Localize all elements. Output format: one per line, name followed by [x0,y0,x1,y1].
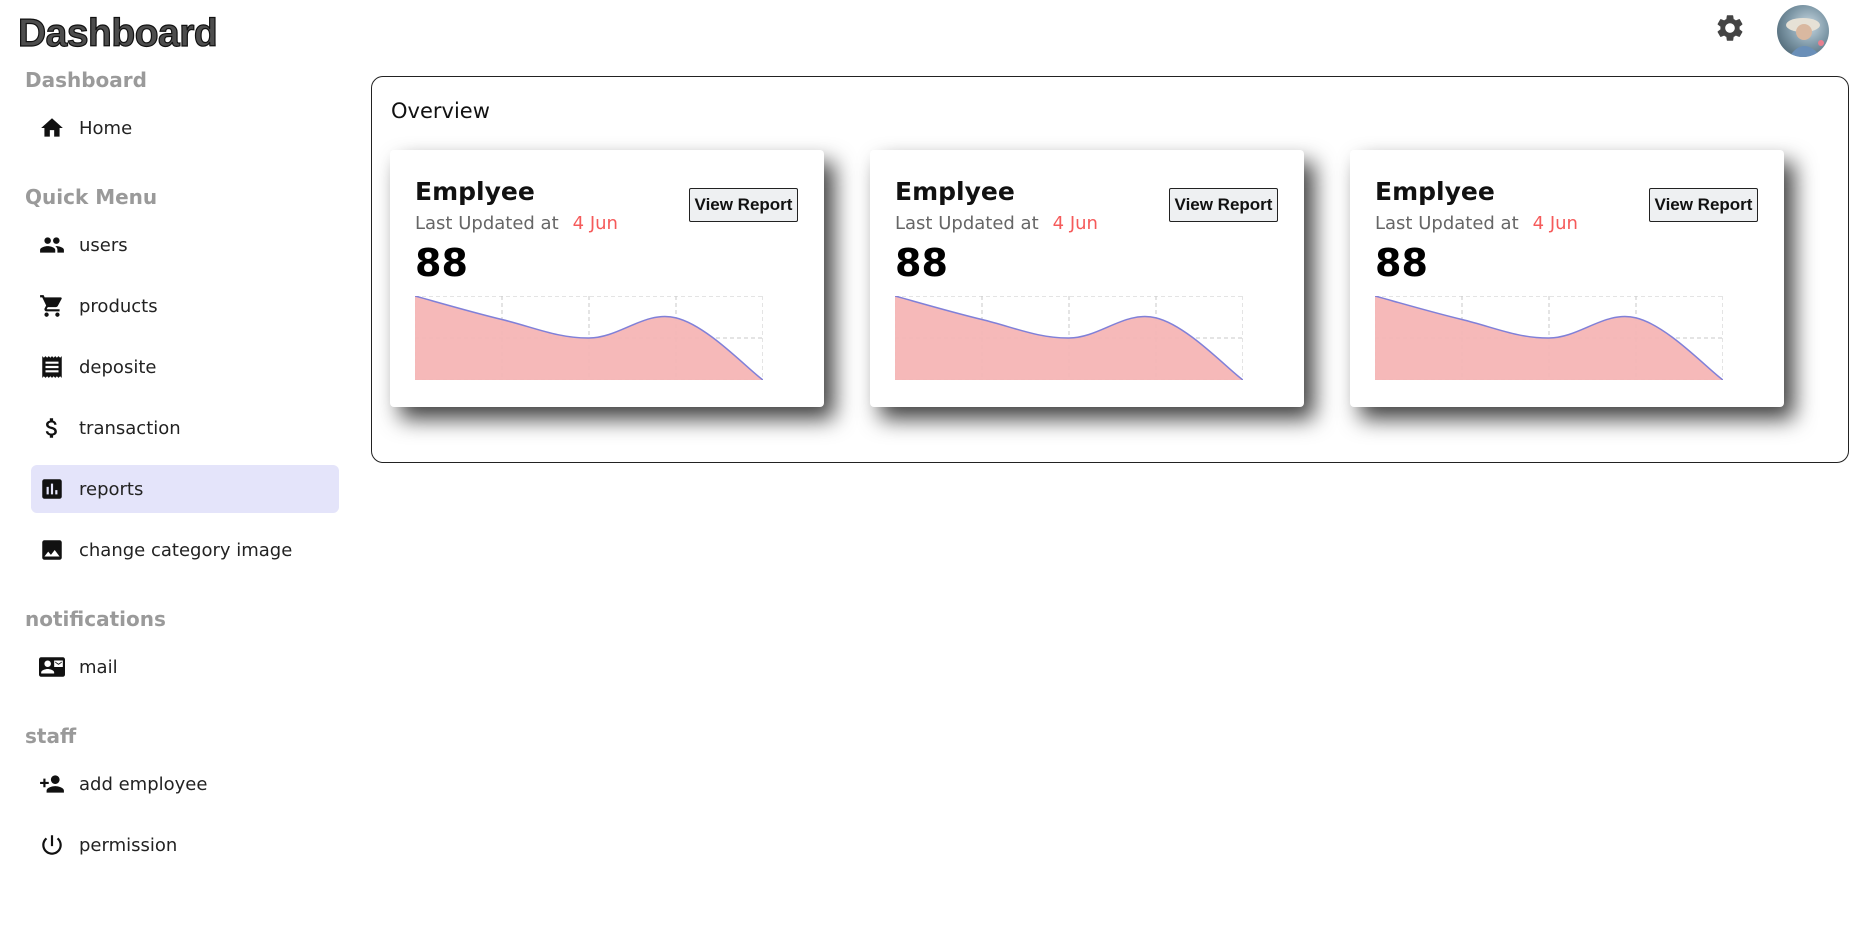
card-value: 88 [1375,241,1428,285]
sidebar-item-change-category-image[interactable]: change category image [31,526,339,574]
sidebar-item-mail[interactable]: mail [31,643,339,691]
sidebar-item-label: change category image [79,539,293,561]
sidebar-item-label: Home [79,117,133,139]
cart-icon [37,291,67,321]
sidebar-section-title: staff [25,724,77,748]
power-icon [37,830,67,860]
card-title: Emplyee [1375,177,1495,206]
card-title: Emplyee [415,177,535,206]
report-card: Emplyee Last Updated at 4 Jun 88 View Rep… [390,150,824,407]
view-report-button[interactable]: View Report [1169,188,1278,222]
area-chart [1375,296,1723,380]
sidebar-item-add-employee[interactable]: add employee [31,760,339,808]
sidebar-item-home[interactable]: Home [31,104,339,152]
person-add-icon [37,769,67,799]
sidebar-item-permission[interactable]: permission [31,821,339,869]
sidebar-item-transaction[interactable]: transaction [31,404,339,452]
sidebar-item-label: transaction [79,417,181,439]
sidebar-item-products[interactable]: products [31,282,339,330]
card-updated-label: Last Updated at 4 Jun [415,213,618,234]
report-card: Emplyee Last Updated at 4 Jun 88 View Rep… [1350,150,1784,407]
area-chart [895,296,1243,380]
sidebar-item-label: mail [79,656,118,678]
view-report-button[interactable]: View Report [689,188,798,222]
users-icon [37,230,67,260]
image-icon [37,535,67,565]
sidebar: Dashboard Home Quick Menu users products depo… [0,62,360,882]
view-report-button[interactable]: View Report [1649,188,1758,222]
sidebar-item-label: permission [79,834,178,856]
sidebar-item-label: add employee [79,773,208,795]
card-date: 4 Jun [1532,213,1578,234]
gear-icon[interactable] [1714,12,1746,44]
card-value: 88 [895,241,948,285]
home-icon [37,113,67,143]
sidebar-section-title: Quick Menu [25,185,158,209]
overview-panel: Overview Emplyee Last Updated at 4 Jun 88… [371,76,1849,463]
sidebar-item-label: deposite [79,356,157,378]
card-value: 88 [415,241,468,285]
card-date: 4 Jun [572,213,618,234]
user-avatar[interactable] [1777,5,1829,57]
sidebar-section-title: notifications [25,607,166,631]
overview-title: Overview [391,99,490,123]
dollar-icon [37,413,67,443]
sidebar-item-label: products [79,295,158,317]
card-title: Emplyee [895,177,1015,206]
card-updated-label: Last Updated at 4 Jun [895,213,1098,234]
area-chart [415,296,763,380]
card-date: 4 Jun [1052,213,1098,234]
card-updated-label: Last Updated at 4 Jun [1375,213,1578,234]
contact-mail-icon [37,652,67,682]
report-card: Emplyee Last Updated at 4 Jun 88 View Rep… [870,150,1304,407]
receipt-icon [37,352,67,382]
sidebar-item-deposite[interactable]: deposite [31,343,339,391]
sidebar-item-label: users [79,234,128,256]
sidebar-section-title: Dashboard [25,68,147,92]
sidebar-item-reports[interactable]: reports [31,465,339,513]
bar-chart-icon [37,474,67,504]
app-logo: Dashboard [17,11,218,55]
sidebar-item-label: reports [79,478,144,500]
sidebar-item-users[interactable]: users [31,221,339,269]
